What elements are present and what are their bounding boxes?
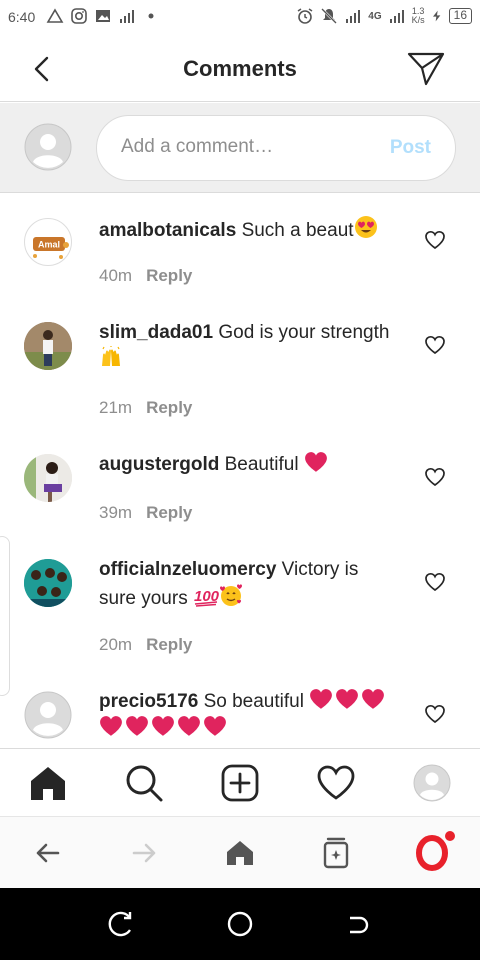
- activity-heart-icon[interactable]: [316, 763, 356, 803]
- person-photo-icon: [24, 322, 72, 370]
- home-icon[interactable]: [222, 835, 258, 871]
- comment-message: Such a beaut: [241, 220, 354, 241]
- network-speed-unit: K/s: [411, 15, 425, 25]
- svg-text:Amal: Amal: [38, 240, 60, 250]
- comment-username[interactable]: precio5176: [99, 691, 198, 712]
- status-right-icons: 4G 1.3 K/s 16: [296, 7, 472, 25]
- like-heart-icon[interactable]: [424, 335, 446, 355]
- network-speed: 1.3 K/s: [412, 7, 425, 25]
- home-circle-icon[interactable]: [226, 910, 254, 938]
- forward-arrow-icon[interactable]: [126, 835, 162, 871]
- hundred-points-emoji-icon: 100: [194, 588, 219, 607]
- commenter-avatar[interactable]: [24, 454, 72, 502]
- reply-button[interactable]: Reply: [146, 398, 192, 417]
- red-heart-emoji-icon: [362, 689, 385, 709]
- commenter-avatar[interactable]: [24, 691, 72, 739]
- search-icon[interactable]: [124, 763, 164, 803]
- mute-icon: [321, 8, 338, 24]
- new-post-icon[interactable]: [220, 763, 260, 803]
- red-heart-emoji-icon: [178, 716, 200, 736]
- red-heart-emoji-icon: [304, 452, 327, 472]
- like-heart-icon[interactable]: [424, 230, 446, 250]
- like-heart-icon[interactable]: [424, 467, 446, 487]
- signal-icon: [120, 10, 134, 23]
- comment-username[interactable]: officialnzeluomercy: [99, 559, 276, 580]
- commenter-avatar[interactable]: Amal: [24, 218, 72, 266]
- comment-list[interactable]: Amal amalbotanicals Such a beaut 40m Repl…: [0, 194, 480, 748]
- red-heart-emoji-icon: [126, 716, 148, 736]
- reply-button[interactable]: Reply: [146, 266, 192, 285]
- comment-input[interactable]: [121, 136, 371, 158]
- comment-text: officialnzeluomercy Victory is sure your…: [99, 556, 399, 612]
- reply-button[interactable]: Reply: [146, 635, 192, 654]
- tabs-icon[interactable]: [318, 835, 354, 871]
- system-navigation-bar: [0, 888, 480, 960]
- comment-username[interactable]: amalbotanicals: [99, 220, 236, 241]
- reply-button[interactable]: Reply: [146, 503, 192, 522]
- status-bar: 6:40 4G 1.3 K/s 16: [0, 0, 480, 36]
- commenter-avatar[interactable]: [24, 559, 72, 607]
- instagram-icon: [71, 8, 87, 24]
- commenter-avatar[interactable]: [24, 322, 72, 370]
- red-heart-emoji-icon: [310, 689, 333, 709]
- back-arrow-icon[interactable]: [30, 835, 66, 871]
- comment-text: amalbotanicals Such a beaut: [99, 215, 399, 244]
- comment-time: 40m: [99, 266, 133, 285]
- status-left-icons: [46, 7, 160, 25]
- heart-eyes-emoji-icon: [354, 216, 377, 238]
- comment-message: God is your strength: [218, 322, 390, 343]
- raised-hands-emoji-icon: [102, 346, 120, 366]
- signal-icon: [389, 10, 404, 23]
- comment-text: augustergold Beautiful: [99, 451, 399, 478]
- send-direct-icon[interactable]: [406, 50, 446, 88]
- opera-logo-icon[interactable]: [414, 829, 458, 873]
- gallery-icon: [96, 10, 110, 22]
- network-type: 4G: [368, 10, 382, 22]
- recents-icon[interactable]: [106, 910, 134, 938]
- comment-text: slim_dada01 God is your strength: [99, 319, 399, 375]
- alert-triangle-icon: [46, 8, 64, 23]
- side-panel-handle[interactable]: [0, 536, 10, 696]
- red-heart-emoji-icon: [336, 689, 359, 709]
- browser-toolbar: [0, 816, 480, 888]
- back-icon[interactable]: [346, 910, 374, 938]
- comment-field[interactable]: Post: [96, 115, 456, 181]
- person-photo-icon: [24, 454, 72, 502]
- red-heart-emoji-icon: [204, 716, 226, 736]
- status-time: 6:40: [8, 9, 36, 25]
- comments-header: Comments: [0, 36, 480, 102]
- post-button[interactable]: Post: [390, 137, 431, 159]
- comment-meta: 40m Reply: [99, 266, 192, 286]
- battery-indicator: 16: [448, 8, 472, 24]
- comment-meta: 21m Reply: [99, 398, 192, 418]
- comment-username[interactable]: slim_dada01: [99, 322, 213, 343]
- comment-message: Beautiful: [224, 454, 299, 475]
- red-heart-emoji-icon: [152, 716, 174, 736]
- comment-time: 20m: [99, 635, 133, 654]
- like-heart-icon[interactable]: [424, 704, 446, 724]
- profile-avatar-icon[interactable]: [412, 763, 452, 803]
- red-heart-emoji-icon: [100, 716, 122, 736]
- group-photo-icon: [24, 559, 72, 607]
- comment-message: So beautiful: [203, 691, 304, 712]
- signal-icon: [346, 10, 361, 23]
- user-avatar-icon: [24, 123, 72, 171]
- alarm-icon: [297, 8, 313, 24]
- comment-time: 21m: [99, 398, 133, 417]
- notification-dot-icon: [148, 13, 154, 19]
- comment-composer: Post: [0, 103, 480, 193]
- comment-meta: 20m Reply: [99, 635, 192, 655]
- smiling-face-with-hearts-emoji-icon: [219, 584, 242, 606]
- charging-icon: [432, 10, 440, 22]
- home-icon[interactable]: [28, 763, 68, 803]
- comment-text: precio5176 So beautiful: [99, 688, 399, 742]
- comment-time: 39m: [99, 503, 133, 522]
- amal-logo-icon: Amal: [33, 237, 69, 259]
- bottom-tab-bar: [0, 748, 480, 816]
- comment-username[interactable]: augustergold: [99, 454, 219, 475]
- like-heart-icon[interactable]: [424, 572, 446, 592]
- comment-meta: 39m Reply: [99, 503, 192, 523]
